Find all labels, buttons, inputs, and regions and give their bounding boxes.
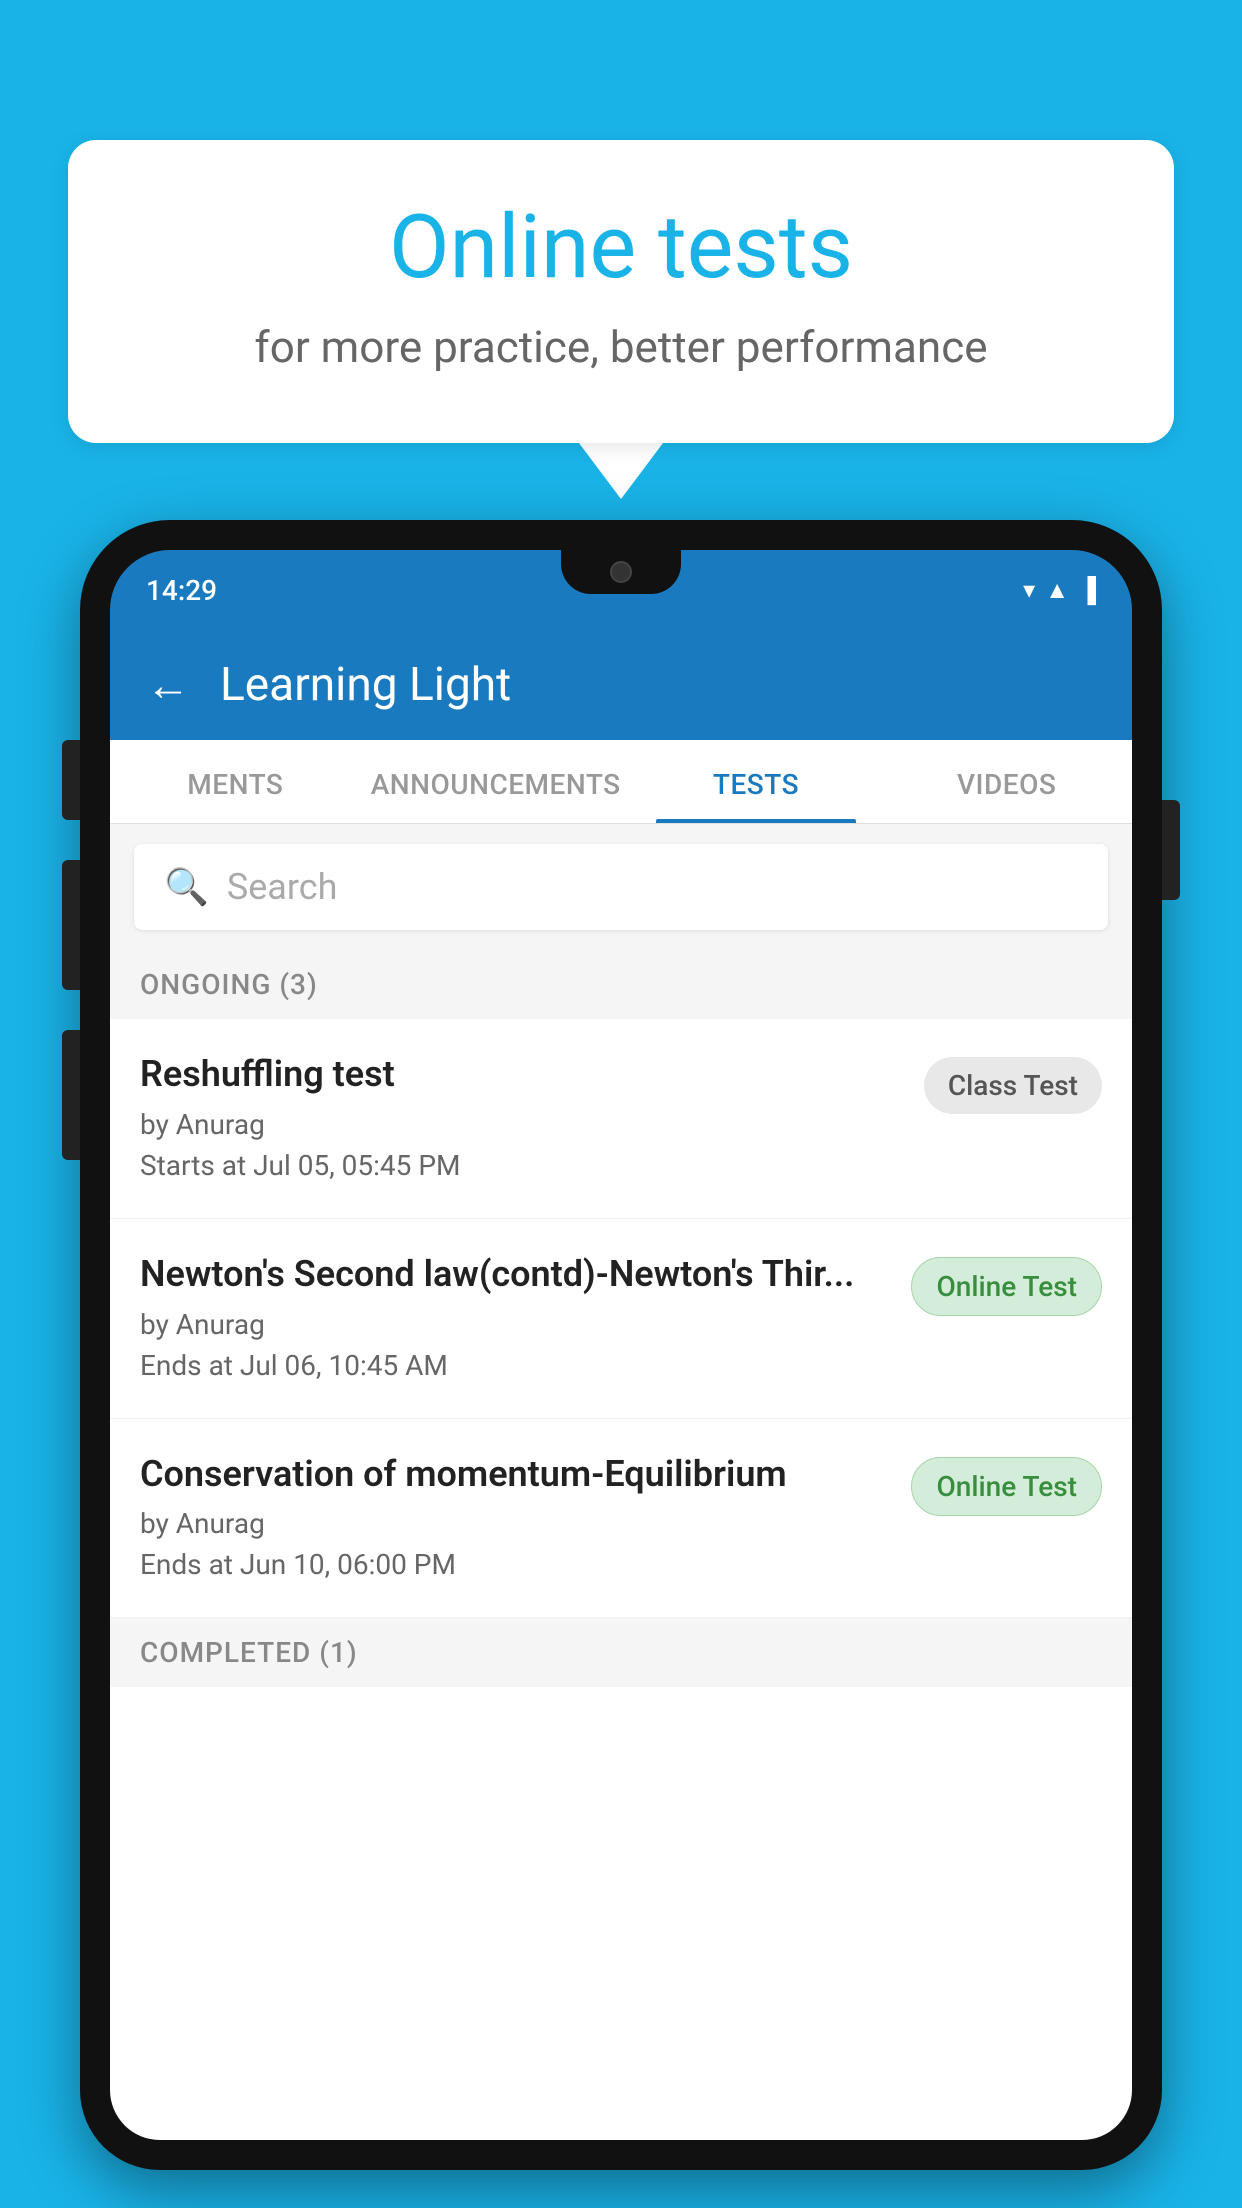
tabs-container: MENTS ANNOUNCEMENTS TESTS VIDEOS <box>110 740 1132 824</box>
speech-bubble-title: Online tests <box>148 200 1094 297</box>
app-header-title: Learning Light <box>220 658 511 712</box>
app-header: ← Learning Light <box>110 630 1132 740</box>
phone-notch <box>561 550 681 594</box>
volume-down-button <box>62 860 80 990</box>
phone-container: 14:29 ▾ ▲ ▐ ← Learning Light MENTS ANNOU… <box>80 520 1162 2208</box>
tab-tests[interactable]: TESTS <box>631 740 882 823</box>
signal-icon: ▲ <box>1045 576 1069 605</box>
status-bar: 14:29 ▾ ▲ ▐ <box>110 550 1132 630</box>
tab-ments[interactable]: MENTS <box>110 740 361 823</box>
test-author-3: by Anurag <box>140 1507 891 1540</box>
wifi-icon: ▾ <box>1023 576 1035 604</box>
battery-icon: ▐ <box>1079 576 1096 605</box>
test-date-1: Starts at Jul 05, 05:45 PM <box>140 1149 904 1182</box>
back-button[interactable]: ← <box>146 659 190 711</box>
speech-bubble-arrow <box>579 443 663 499</box>
speech-bubble-subtitle: for more practice, better performance <box>148 321 1094 373</box>
search-placeholder: Search <box>227 866 338 908</box>
ongoing-section-header: ONGOING (3) <box>110 950 1132 1019</box>
silent-button <box>62 1030 80 1160</box>
status-icons: ▾ ▲ ▐ <box>1023 576 1096 605</box>
test-date-3: Ends at Jun 10, 06:00 PM <box>140 1548 891 1581</box>
test-item-3[interactable]: Conservation of momentum-Equilibrium by … <box>110 1419 1132 1619</box>
test-title-2: Newton's Second law(contd)-Newton's Thir… <box>140 1251 891 1298</box>
tab-announcements[interactable]: ANNOUNCEMENTS <box>361 740 631 823</box>
test-item-1[interactable]: Reshuffling test by Anurag Starts at Jul… <box>110 1019 1132 1219</box>
test-badge-1: Class Test <box>924 1057 1102 1114</box>
test-title-1: Reshuffling test <box>140 1051 904 1098</box>
test-badge-3: Online Test <box>911 1457 1102 1516</box>
test-item-2[interactable]: Newton's Second law(contd)-Newton's Thir… <box>110 1219 1132 1419</box>
power-button <box>1162 800 1180 900</box>
volume-up-button <box>62 740 80 820</box>
completed-section-header: COMPLETED (1) <box>110 1618 1132 1687</box>
test-badge-2: Online Test <box>911 1257 1102 1316</box>
search-bar[interactable]: 🔍 Search <box>134 844 1108 930</box>
test-author-1: by Anurag <box>140 1108 904 1141</box>
phone-frame: 14:29 ▾ ▲ ▐ ← Learning Light MENTS ANNOU… <box>80 520 1162 2170</box>
search-icon: 🔍 <box>164 866 209 908</box>
status-time: 14:29 <box>146 574 217 607</box>
test-author-2: by Anurag <box>140 1308 891 1341</box>
test-info-2: Newton's Second law(contd)-Newton's Thir… <box>140 1251 911 1382</box>
speech-bubble-container: Online tests for more practice, better p… <box>68 140 1174 499</box>
tab-videos[interactable]: VIDEOS <box>881 740 1132 823</box>
speech-bubble: Online tests for more practice, better p… <box>68 140 1174 443</box>
test-info-1: Reshuffling test by Anurag Starts at Jul… <box>140 1051 924 1182</box>
phone-screen: ← Learning Light MENTS ANNOUNCEMENTS TES… <box>110 630 1132 2140</box>
front-camera <box>610 561 632 583</box>
test-info-3: Conservation of momentum-Equilibrium by … <box>140 1451 911 1582</box>
test-date-2: Ends at Jul 06, 10:45 AM <box>140 1349 891 1382</box>
search-container: 🔍 Search <box>110 824 1132 950</box>
test-title-3: Conservation of momentum-Equilibrium <box>140 1451 891 1498</box>
